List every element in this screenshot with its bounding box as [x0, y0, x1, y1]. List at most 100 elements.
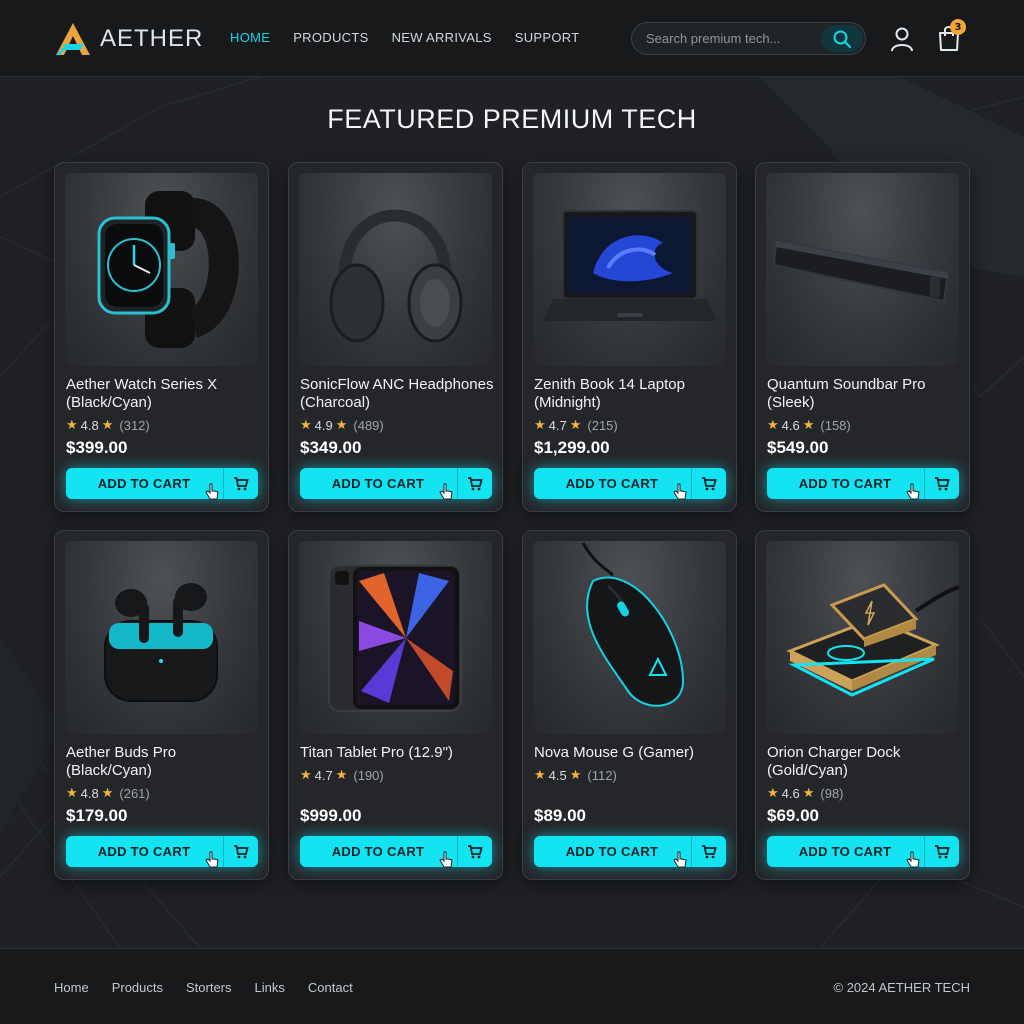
product-image-headphones[interactable]: [299, 173, 492, 366]
hand-pointer-icon: [205, 851, 219, 868]
product-name[interactable]: Zenith Book 14 Laptop (Midnight): [534, 376, 729, 412]
product-name[interactable]: Aether Buds Pro (Black/Cyan): [66, 744, 261, 780]
product-name[interactable]: SonicFlow ANC Headphones (Charcoal): [300, 376, 495, 412]
rating-value: 4.7: [548, 417, 567, 433]
add-to-cart-button[interactable]: ADD TO CART: [66, 836, 258, 868]
star-icon: ★: [66, 417, 78, 432]
product-card: Aether Buds Pro (Black/Cyan) ★ 4.8 ★ (26…: [54, 530, 269, 880]
product-image-earbuds[interactable]: [65, 541, 258, 734]
product-name[interactable]: Orion Charger Dock (Gold/Cyan): [767, 744, 962, 780]
add-to-cart-label: ADD TO CART: [565, 476, 659, 491]
product-price: $999.00: [300, 806, 362, 825]
product-image-soundbar[interactable]: [766, 173, 959, 366]
hand-pointer-icon: [439, 851, 453, 868]
review-count: (158): [820, 417, 851, 433]
footer-link-links[interactable]: Links: [255, 980, 285, 995]
product-name[interactable]: Nova Mouse G (Gamer): [534, 744, 729, 762]
hand-pointer-icon: [439, 483, 453, 500]
cart-icon[interactable]: [924, 468, 959, 499]
add-to-cart-label: ADD TO CART: [97, 844, 191, 859]
product-card: Titan Tablet Pro (12.9") ★ 4.7 ★ (190) $…: [288, 530, 503, 880]
review-count: (190): [353, 767, 384, 783]
product-rating: ★ 4.8 ★ (312): [66, 417, 150, 433]
site-footer: Home Products Storters Links Contact © 2…: [0, 948, 1024, 1024]
search-button[interactable]: [821, 25, 863, 52]
add-to-cart-button[interactable]: ADD TO CART: [300, 836, 492, 868]
add-to-cart-label: ADD TO CART: [565, 844, 659, 859]
product-image-tablet[interactable]: [299, 541, 492, 734]
add-to-cart-button[interactable]: ADD TO CART: [767, 468, 959, 500]
product-card: Zenith Book 14 Laptop (Midnight) ★ 4.7 ★…: [522, 162, 737, 512]
footer-link-storters[interactable]: Storters: [186, 980, 232, 995]
cart-icon[interactable]: [457, 836, 492, 867]
footer-nav: Home Products Storters Links Contact: [54, 980, 353, 995]
hand-pointer-icon: [673, 483, 687, 500]
main-nav: HOME PRODUCTS NEW ARRIVALS SUPPORT: [230, 30, 579, 45]
cart-icon[interactable]: [223, 836, 258, 867]
product-price: $89.00: [534, 806, 586, 825]
add-to-cart-button[interactable]: ADD TO CART: [534, 836, 726, 868]
product-price: $179.00: [66, 806, 128, 825]
product-grid: Aether Watch Series X (Black/Cyan) ★ 4.8…: [54, 162, 970, 882]
add-to-cart-button[interactable]: ADD TO CART: [767, 836, 959, 868]
cart-icon[interactable]: [924, 836, 959, 867]
product-image-laptop[interactable]: [533, 173, 726, 366]
rating-value: 4.8: [80, 785, 99, 801]
brand-name: AETHER: [100, 25, 204, 52]
product-image-charger-dock[interactable]: [766, 541, 959, 734]
search-icon: [833, 30, 851, 48]
user-account-icon[interactable]: [890, 26, 914, 52]
add-to-cart-label: ADD TO CART: [798, 476, 892, 491]
star-icon: ★: [534, 417, 546, 432]
footer-link-products[interactable]: Products: [112, 980, 163, 995]
star-icon: ★: [300, 767, 312, 782]
rating-value: 4.9: [314, 417, 333, 433]
star-icon: ★: [101, 417, 114, 432]
cart-icon[interactable]: [223, 468, 258, 499]
brand-logo[interactable]: AETHER: [54, 20, 203, 58]
add-to-cart-label: ADD TO CART: [331, 476, 425, 491]
rating-value: 4.5: [548, 767, 567, 783]
cart-icon[interactable]: [691, 836, 726, 867]
review-count: (98): [820, 785, 844, 801]
cart-icon[interactable]: [691, 468, 726, 499]
product-name[interactable]: Aether Watch Series X (Black/Cyan): [66, 376, 261, 412]
product-name[interactable]: Quantum Soundbar Pro (Sleek): [767, 376, 962, 412]
product-image-mouse[interactable]: [533, 541, 726, 734]
product-image-smartwatch[interactable]: [65, 173, 258, 366]
cart-count-badge: 3: [950, 19, 966, 35]
product-price: $349.00: [300, 438, 362, 457]
add-to-cart-label: ADD TO CART: [331, 844, 425, 859]
product-price: $69.00: [767, 806, 819, 825]
hand-pointer-icon: [205, 483, 219, 500]
review-count: (261): [119, 785, 150, 801]
product-name[interactable]: Titan Tablet Pro (12.9"): [300, 744, 495, 762]
search-input[interactable]: [632, 31, 822, 46]
add-to-cart-button[interactable]: ADD TO CART: [300, 468, 492, 500]
footer-link-home[interactable]: Home: [54, 980, 89, 995]
product-card: Aether Watch Series X (Black/Cyan) ★ 4.8…: [54, 162, 269, 512]
rating-value: 4.6: [781, 417, 800, 433]
star-icon: ★: [802, 417, 815, 432]
star-icon: ★: [66, 785, 78, 800]
star-icon: ★: [300, 417, 312, 432]
cart-icon[interactable]: [457, 468, 492, 499]
nav-home[interactable]: HOME: [230, 30, 270, 45]
product-card: Orion Charger Dock (Gold/Cyan) ★ 4.6 ★ (…: [755, 530, 970, 880]
product-rating: ★ 4.7 ★ (190): [300, 767, 384, 783]
nav-support[interactable]: SUPPORT: [515, 30, 580, 45]
add-to-cart-button[interactable]: ADD TO CART: [66, 468, 258, 500]
star-icon: ★: [101, 785, 114, 800]
star-icon: ★: [767, 417, 779, 432]
copyright-text: © 2024 AETHER TECH: [833, 980, 971, 995]
add-to-cart-button[interactable]: ADD TO CART: [534, 468, 726, 500]
aether-logo-icon: [56, 23, 90, 55]
footer-link-contact[interactable]: Contact: [308, 980, 353, 995]
star-icon: ★: [534, 767, 546, 782]
nav-products[interactable]: PRODUCTS: [293, 30, 368, 45]
add-to-cart-label: ADD TO CART: [798, 844, 892, 859]
hand-pointer-icon: [673, 851, 687, 868]
nav-new-arrivals[interactable]: NEW ARRIVALS: [392, 30, 492, 45]
review-count: (312): [119, 417, 150, 433]
add-to-cart-label: ADD TO CART: [97, 476, 191, 491]
